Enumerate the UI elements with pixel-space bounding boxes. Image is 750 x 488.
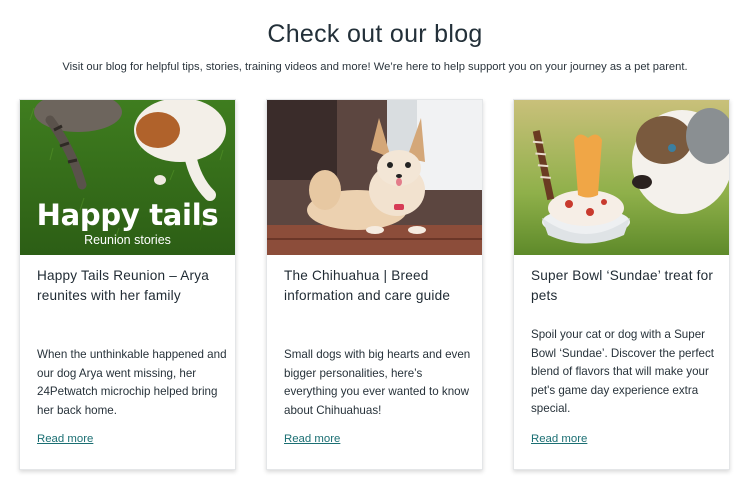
card-description: Spoil your cat or dog with a Super Bowl …: [531, 328, 715, 415]
sundae-image[interactable]: [514, 100, 729, 255]
blog-card-happy-tails: Happy tails Reunion stories Happy Tails …: [19, 99, 236, 470]
blog-card-chihuahua: The Chihuahua | Breed information and ca…: [266, 99, 483, 470]
card-description: When the unthinkable happened and our do…: [37, 348, 227, 417]
chihuahua-image[interactable]: [267, 100, 482, 255]
read-more-link[interactable]: Read more: [531, 433, 587, 445]
image-heading: Happy tails: [36, 198, 219, 232]
blog-section-title: Check out our blog: [267, 20, 483, 48]
read-more-link[interactable]: Read more: [37, 433, 93, 445]
read-more-link[interactable]: Read more: [284, 433, 340, 445]
chihuahua-photo-illustration: [267, 100, 482, 255]
happy-tails-image[interactable]: Happy tails Reunion stories: [20, 100, 235, 255]
card-title[interactable]: Super Bowl ‘Sundae’ treat for pets: [531, 266, 716, 306]
card-description: Small dogs with big hearts and even bigg…: [284, 348, 471, 417]
blog-section-subtitle: Visit our blog for helpful tips, stories…: [62, 61, 688, 73]
image-subheading: Reunion stories: [84, 233, 171, 247]
card-title[interactable]: Happy Tails Reunion – Arya reunites with…: [37, 266, 222, 306]
blog-card-sundae: Super Bowl ‘Sundae’ treat for pets Spoil…: [513, 99, 730, 470]
dog-sundae-illustration: [514, 100, 729, 255]
card-title[interactable]: The Chihuahua | Breed information and ca…: [284, 266, 469, 306]
